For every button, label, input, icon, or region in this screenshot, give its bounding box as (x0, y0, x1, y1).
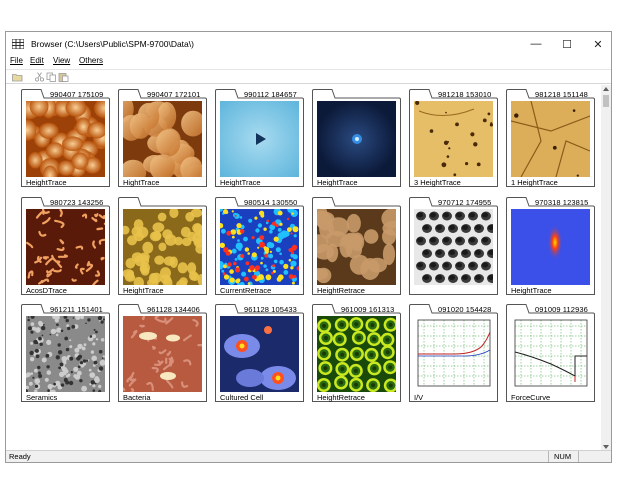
scan-thumbnail-image[interactable] (317, 316, 396, 392)
card-timestamp-label: 970318 123815 (535, 198, 589, 207)
menu-edit[interactable]: Edit (30, 56, 44, 65)
card-caption: CurrentRetrace (220, 286, 272, 295)
card-timestamp-label: 981218 151148 (535, 90, 588, 99)
scan-thumbnail-image[interactable] (220, 101, 299, 177)
scan-thumbnail-image[interactable] (220, 316, 299, 392)
thumbnail-card[interactable]: 990112 184657 HeightTrace (214, 88, 305, 188)
thumbnail-card[interactable]: 961009 161313 HeightRetrace (311, 303, 402, 403)
card-timestamp-label: 980514 130550 (244, 198, 298, 207)
card-timestamp-label: 961211 151401 (50, 305, 103, 314)
menu-bar: File Edit View Others (6, 56, 611, 68)
thumbnail-card[interactable]: 961211 151401 Seramics (20, 303, 111, 403)
card-caption: 3 HeightTrace (414, 178, 461, 187)
card-timestamp-label: 091009 112936 (535, 305, 588, 314)
thumbnail-card[interactable]: 990407 172101 HightTrace (117, 88, 208, 188)
card-caption: Seramics (26, 393, 58, 402)
card-caption: HeightRetrace (317, 286, 365, 295)
browser-window: Browser (C:\Users\Public\SPM-9700\Data\)… (5, 31, 612, 463)
card-timestamp-label: 961128 105433 (244, 305, 297, 314)
thumbnail-card[interactable]: 091020 154428 I/V (408, 303, 499, 403)
copy-icon[interactable] (46, 72, 57, 82)
card-timestamp-label: 091020 154428 (438, 305, 492, 314)
card-timestamp-label: 961128 134406 (147, 305, 200, 314)
card-caption: AcosDTrace (26, 286, 67, 295)
thumbnail-card[interactable]: 970318 123815 HeightTrace (505, 196, 596, 296)
scan-thumbnail-image[interactable] (511, 316, 590, 392)
close-button[interactable]: ✕ (583, 32, 613, 56)
menu-others[interactable]: Others (79, 56, 103, 65)
status-divider (548, 451, 549, 462)
card-timestamp-label: 980723 143256 (50, 198, 104, 207)
card-timestamp-label: 981218 153010 (438, 90, 492, 99)
card-caption: HeightTrace (123, 286, 164, 295)
scrollbar-thumb[interactable] (603, 95, 609, 107)
thumbnail-card[interactable]: 961128 105433 Cultured Cell (214, 303, 305, 403)
card-caption: ForceCurve (511, 393, 551, 402)
status-divider (578, 451, 579, 462)
maximize-button[interactable]: ☐ (552, 32, 582, 56)
scan-thumbnail-image[interactable] (317, 209, 396, 285)
thumbnail-card[interactable]: 091009 112936 ForceCurve (505, 303, 596, 403)
scan-thumbnail-image[interactable] (26, 101, 105, 177)
card-timestamp-label: 961009 161313 (341, 305, 395, 314)
card-caption: 1 HeightTrace (511, 178, 558, 187)
thumbnail-card[interactable]: 961128 134406 Bacteria (117, 303, 208, 403)
card-caption: Bacteria (123, 393, 151, 402)
vertical-scrollbar[interactable] (601, 85, 611, 451)
menu-view[interactable]: View (53, 56, 70, 65)
title-bar[interactable]: Browser (C:\Users\Public\SPM-9700\Data\)… (6, 32, 611, 56)
paste-icon[interactable] (58, 72, 69, 82)
card-caption: I/V (414, 393, 424, 402)
thumbnail-card[interactable]: 970712 174955 (408, 196, 499, 296)
card-caption: HeightRetrace (317, 393, 365, 402)
scan-thumbnail-image[interactable] (511, 209, 590, 285)
scan-thumbnail-image[interactable] (220, 209, 299, 285)
thumbnail-card[interactable]: HeightRetrace (311, 196, 402, 296)
thumbnail-card[interactable]: 980514 130550 CurrentRetrace (214, 196, 305, 296)
scroll-up-icon[interactable] (603, 87, 609, 91)
card-caption: HeightTrace (220, 178, 261, 187)
thumbnail-card[interactable]: 980723 143256 AcosDTrace (20, 196, 111, 296)
card-caption: HeightTrace (511, 286, 552, 295)
thumbnail-card[interactable]: 981218 151148 1 HeightTrace (505, 88, 596, 188)
scan-thumbnail-image[interactable] (414, 101, 493, 177)
num-lock-indicator: NUM (554, 452, 572, 461)
card-caption: Cultured Cell (220, 393, 264, 402)
scan-thumbnail-image[interactable] (414, 316, 493, 392)
scan-thumbnail-image[interactable] (123, 209, 202, 285)
scroll-down-icon[interactable] (603, 445, 609, 449)
thumbnail-grid: 990407 175109 HeightTrace 990407 172101 H… (8, 85, 598, 451)
scan-thumbnail-image[interactable] (317, 101, 396, 177)
card-timestamp-label: 990112 184657 (244, 90, 297, 99)
card-timestamp-label: 990407 172101 (147, 90, 201, 99)
toolbar (6, 69, 611, 84)
scan-thumbnail-image[interactable] (123, 101, 202, 177)
minimize-button[interactable]: — (521, 32, 551, 56)
scan-thumbnail-image[interactable] (123, 316, 202, 392)
card-timestamp-label: 970712 174955 (438, 198, 492, 207)
thumbnail-card[interactable]: HeightTrace (311, 88, 402, 188)
thumbnail-card[interactable]: 990407 175109 HeightTrace (20, 88, 111, 188)
window-title: Browser (C:\Users\Public\SPM-9700\Data\) (31, 39, 194, 49)
thumbnail-card[interactable]: 981218 153010 3 HeightTrace (408, 88, 499, 188)
menu-file[interactable]: File (10, 56, 23, 65)
status-bar: Ready NUM (6, 450, 611, 462)
card-timestamp-label: 990407 175109 (50, 90, 104, 99)
scan-thumbnail-image[interactable] (511, 101, 590, 177)
scan-thumbnail-image[interactable] (414, 209, 493, 285)
card-caption: HeightTrace (26, 178, 67, 187)
scan-thumbnail-image[interactable] (26, 209, 105, 285)
open-folder-icon[interactable] (12, 72, 23, 82)
card-caption: HightTrace (123, 178, 160, 187)
scan-thumbnail-image[interactable] (26, 316, 105, 392)
card-caption: HeightTrace (317, 178, 358, 187)
thumbnail-card[interactable]: HeightTrace (117, 196, 208, 296)
cut-icon[interactable] (34, 72, 45, 82)
app-grid-icon (12, 39, 24, 49)
status-text: Ready (9, 452, 31, 461)
